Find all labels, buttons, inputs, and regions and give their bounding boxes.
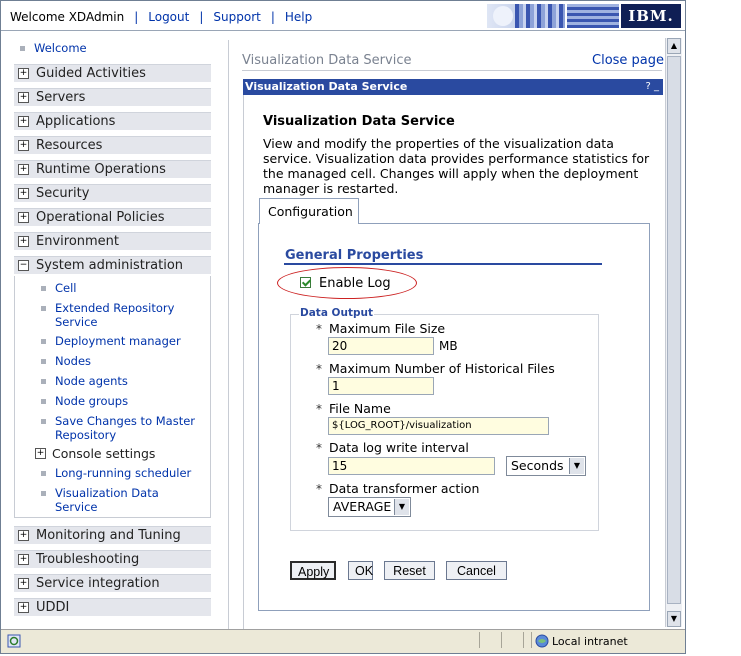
bullet-icon	[41, 419, 46, 424]
max-hist-label: Maximum Number of Historical Files	[329, 361, 555, 376]
transformer-select[interactable]: AVERAGE ▼	[328, 497, 411, 517]
nav-long-running-scheduler[interactable]: Long-running scheduler	[55, 466, 191, 480]
top-links: Welcome XDAdmin | Logout | Support | Help	[10, 10, 313, 24]
bullet-icon	[41, 286, 46, 291]
welcome-text: Welcome XDAdmin	[10, 10, 125, 24]
bullet-icon	[41, 339, 46, 344]
page-description: View and modify the properties of the vi…	[263, 136, 650, 196]
expand-icon: +	[35, 448, 46, 459]
nav-runtime-operations[interactable]: + Runtime Operations	[14, 160, 211, 178]
nav-operational-policies[interactable]: + Operational Policies	[14, 208, 211, 226]
nav-servers[interactable]: + Servers	[14, 88, 211, 106]
bullet-icon	[41, 471, 46, 476]
bullet-icon	[41, 306, 46, 311]
bullet-icon	[41, 399, 46, 404]
apply-button[interactable]: Apply	[290, 561, 336, 580]
expand-icon: +	[18, 68, 29, 79]
required-marker: *	[316, 402, 322, 416]
required-marker: *	[316, 482, 322, 496]
bullet-icon	[41, 359, 46, 364]
nav-visualization-data-service[interactable]: Visualization Data Service	[55, 486, 175, 514]
nav-security[interactable]: + Security	[14, 184, 211, 202]
cancel-button[interactable]: Cancel	[446, 561, 507, 580]
nav-system-administration[interactable]: − System administration	[14, 256, 211, 274]
nav-deployment-manager[interactable]: Deployment manager	[55, 334, 181, 348]
file-name-input[interactable]: ${LOG_ROOT}/visualization	[328, 417, 549, 435]
interval-label: Data log write interval	[329, 440, 469, 455]
close-page-link[interactable]: Close page	[592, 53, 664, 68]
expand-icon: +	[18, 188, 29, 199]
expand-icon: +	[18, 212, 29, 223]
nav-node-groups[interactable]: Node groups	[55, 394, 128, 408]
max-file-size-input[interactable]: 20	[328, 337, 434, 355]
required-marker: *	[316, 362, 322, 376]
section-rule	[284, 263, 602, 265]
nav-nodes[interactable]: Nodes	[55, 354, 91, 368]
expand-icon: +	[18, 530, 29, 541]
bullet-icon	[20, 46, 25, 51]
portlet-titlebar: Visualization Data Service ? _	[243, 79, 663, 95]
general-properties-heading: General Properties	[285, 248, 424, 263]
expand-icon: +	[18, 602, 29, 613]
required-marker: *	[316, 441, 322, 455]
file-name-label: File Name	[329, 401, 391, 416]
transformer-label: Data transformer action	[329, 481, 480, 496]
nav-resources[interactable]: + Resources	[14, 136, 211, 154]
nav-guided-activities[interactable]: + Guided Activities	[14, 64, 211, 82]
expand-icon: +	[18, 116, 29, 127]
nav-environment[interactable]: + Environment	[14, 232, 211, 250]
security-zone: Local intranet	[552, 635, 628, 648]
chevron-down-icon: ▼	[394, 499, 409, 515]
support-link[interactable]: Support	[213, 10, 260, 24]
scroll-thumb[interactable]	[667, 56, 681, 604]
max-file-size-unit: MB	[439, 339, 458, 353]
nav-uddi[interactable]: + UDDI	[14, 598, 211, 616]
expand-icon: +	[18, 236, 29, 247]
chevron-down-icon: ▼	[569, 458, 584, 474]
expand-icon: +	[18, 164, 29, 175]
status-bar: Local intranet	[1, 629, 685, 653]
scroll-up-icon[interactable]: ▲	[667, 38, 681, 54]
ibm-logo: IBM.	[621, 4, 681, 28]
page-title: Visualization Data Service	[263, 114, 455, 129]
logout-link[interactable]: Logout	[148, 10, 189, 24]
ibm-banner: IBM.	[487, 4, 681, 28]
pane-divider	[228, 40, 229, 630]
nav-monitoring-tuning[interactable]: + Monitoring and Tuning	[14, 526, 211, 544]
nav-cell[interactable]: Cell	[55, 281, 77, 295]
reset-button[interactable]: Reset	[384, 561, 435, 580]
nav-applications[interactable]: + Applications	[14, 112, 211, 130]
data-output-legend: Data Output	[299, 307, 374, 319]
interval-unit-select[interactable]: Seconds ▼	[506, 456, 586, 476]
bullet-icon	[41, 491, 46, 496]
breadcrumb: Visualization Data Service	[242, 53, 412, 68]
enable-log-label: Enable Log	[319, 276, 391, 291]
required-marker: *	[316, 322, 322, 336]
tab-configuration[interactable]: Configuration	[259, 198, 359, 224]
bullet-icon	[41, 379, 46, 384]
globe-icon	[535, 634, 549, 648]
max-hist-input[interactable]: 1	[328, 377, 434, 395]
scroll-down-icon[interactable]: ▼	[667, 611, 681, 627]
expand-icon: +	[18, 92, 29, 103]
breadcrumb-rule	[242, 70, 662, 71]
page-icon	[7, 634, 21, 648]
expand-icon: +	[18, 554, 29, 565]
nav-troubleshooting[interactable]: + Troubleshooting	[14, 550, 211, 568]
enable-log-checkbox[interactable]	[300, 277, 311, 288]
nav-extended-repository-service[interactable]: Extended Repository Service	[55, 301, 195, 329]
max-file-size-label: Maximum File Size	[329, 321, 446, 336]
nav-save-changes[interactable]: Save Changes to Master Repository	[55, 414, 205, 442]
nav-service-integration[interactable]: + Service integration	[14, 574, 211, 592]
interval-input[interactable]: 15	[328, 457, 495, 475]
vertical-scrollbar[interactable]: ▲ ▼	[665, 38, 682, 627]
top-bar: Welcome XDAdmin | Logout | Support | Help IBM.	[1, 1, 685, 31]
ok-button[interactable]: OK	[348, 561, 373, 580]
collapse-icon: −	[18, 260, 29, 271]
nav-node-agents[interactable]: Node agents	[55, 374, 128, 388]
help-minimize-icon[interactable]: ? _	[646, 79, 660, 95]
expand-icon: +	[18, 140, 29, 151]
expand-icon: +	[18, 578, 29, 589]
help-link[interactable]: Help	[285, 10, 312, 24]
